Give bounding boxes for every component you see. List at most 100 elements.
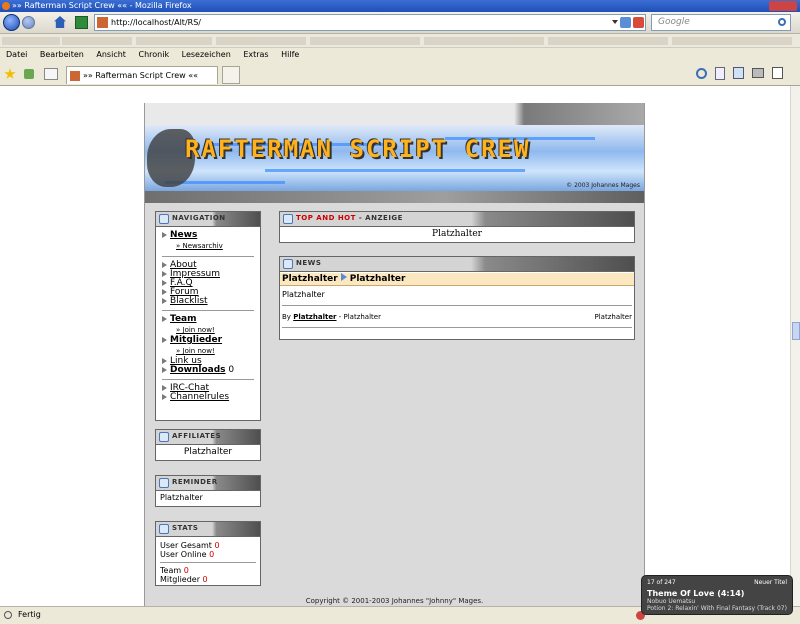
menu-chronik[interactable]: Chronik xyxy=(138,50,169,59)
star-icon[interactable] xyxy=(4,68,16,79)
refresh-icon[interactable] xyxy=(696,68,707,79)
news-header: NEWS xyxy=(280,257,634,272)
player-title: Theme Of Love (4:14) xyxy=(647,589,745,598)
stats-box: STATS User Gesamt 0 User Online 0 Team 0… xyxy=(155,521,261,586)
tab-bar: »» Rafterman Script Crew «« xyxy=(0,62,800,86)
page-viewport: RAFTERMAN SCRIPT CREW © 2003 Johannes Ma… xyxy=(0,86,790,606)
nav-downloads[interactable]: Downloads xyxy=(170,365,226,375)
forward-button[interactable] xyxy=(22,16,35,29)
quill-icon xyxy=(159,478,169,488)
nav-team[interactable]: Team xyxy=(162,315,254,324)
nav-newsarchiv[interactable]: Newsarchiv xyxy=(162,240,254,252)
bookmark-item[interactable] xyxy=(424,37,544,45)
bookmark-item[interactable] xyxy=(310,37,420,45)
affiliates-text: Platzhalter xyxy=(183,447,233,457)
status-text: Fertig xyxy=(18,610,41,619)
url-bar[interactable]: http://localhost/Alt/RS/ xyxy=(94,14,646,31)
edit-icon[interactable] xyxy=(772,67,783,79)
scroll-thumb[interactable] xyxy=(792,322,800,340)
bookmark-item[interactable] xyxy=(548,37,668,45)
dropdown-arrow-icon[interactable] xyxy=(612,20,618,24)
banner-copyright: © 2003 Johannes Mages xyxy=(566,182,640,189)
sidebar-icon[interactable] xyxy=(24,69,34,79)
download-icon[interactable] xyxy=(733,67,744,79)
navigation-toolbar: http://localhost/Alt/RS/ Google xyxy=(0,12,800,34)
bookmark-item[interactable] xyxy=(216,37,306,45)
menu-bearbeiten[interactable]: Bearbeiten xyxy=(40,50,84,59)
search-icon[interactable] xyxy=(778,18,786,26)
nav-blacklist[interactable]: Blacklist xyxy=(162,297,254,306)
quill-icon xyxy=(159,524,169,534)
site-top-bar xyxy=(145,103,644,125)
player-artist: Nobuo Uematsu xyxy=(647,598,696,605)
search-input[interactable]: Google xyxy=(651,14,791,31)
nav-news[interactable]: News xyxy=(162,231,254,240)
news-meta: By Platzhalter - Platzhalter Platzhalter xyxy=(282,313,632,321)
menu-datei[interactable]: Datei xyxy=(6,50,27,59)
site-footer: Copyright © 2001-2003 Johannes "Johnny" … xyxy=(305,597,484,605)
bookmark-item[interactable] xyxy=(672,37,792,45)
stats-header: STATS xyxy=(156,522,260,537)
news-box: NEWS Platzhalter Platzhalter Platzhalter … xyxy=(279,256,635,340)
top-and-hot-box: TOP AND HOT - ANZEIGE Platzhalter xyxy=(279,211,635,243)
player-next: Neuer Titel xyxy=(754,579,787,586)
divider xyxy=(162,310,254,311)
reminder-title: REMINDER xyxy=(172,478,218,486)
news-meta-right: Platzhalter xyxy=(594,313,632,321)
bookmark-check-icon[interactable] xyxy=(75,16,88,29)
nav-channelrules[interactable]: Channelrules xyxy=(162,393,254,402)
stats-list: User Gesamt 0 User Online 0 Team 0 Mitgl… xyxy=(156,537,260,584)
home-icon[interactable] xyxy=(54,16,66,28)
stop-icon[interactable] xyxy=(633,17,644,28)
menu-extras[interactable]: Extras xyxy=(243,50,268,59)
menu-lesezeichen[interactable]: Lesezeichen xyxy=(182,50,231,59)
top-and-hot-header: TOP AND HOT - ANZEIGE xyxy=(280,212,634,227)
news-title-header: NEWS xyxy=(296,259,322,267)
back-button[interactable] xyxy=(3,14,20,31)
site-favicon xyxy=(70,71,80,81)
tab-current[interactable]: »» Rafterman Script Crew «« xyxy=(66,66,218,84)
affiliates-header: AFFILIATES xyxy=(156,430,260,445)
stat-mitglieder: Mitglieder 0 xyxy=(160,575,208,584)
tab-grid-icon[interactable] xyxy=(44,68,58,80)
menu-hilfe[interactable]: Hilfe xyxy=(281,50,299,59)
bookmarks-toolbar xyxy=(0,34,800,48)
media-player-popup[interactable]: 17 of 247 Neuer Titel Theme Of Love (4:1… xyxy=(641,575,793,615)
quill-icon xyxy=(159,432,169,442)
nav-mitglieder[interactable]: Mitglieder xyxy=(162,336,254,345)
arrow-right-icon xyxy=(340,273,347,281)
page-icon[interactable] xyxy=(715,67,725,80)
player-count: 17 of 247 xyxy=(647,579,676,586)
window-title: »» Rafterman Script Crew «« - Mozilla Fi… xyxy=(12,1,192,10)
news-headline: Platzhalter xyxy=(349,274,406,284)
quill-icon xyxy=(159,214,169,224)
news-body: Platzhalter xyxy=(282,290,325,299)
navigation-header: NAVIGATION xyxy=(156,212,260,227)
url-text: http://localhost/Alt/RS/ xyxy=(111,18,201,27)
news-category: Platzhalter xyxy=(282,274,338,284)
quill-icon xyxy=(283,214,293,224)
divider xyxy=(162,379,254,380)
reload-icon[interactable] xyxy=(620,17,631,28)
bookmark-item[interactable] xyxy=(2,37,60,45)
new-tab-button[interactable] xyxy=(222,66,240,84)
print-icon[interactable] xyxy=(752,68,764,78)
tab-title: »» Rafterman Script Crew «« xyxy=(83,71,199,80)
stat-user-gesamt: User Gesamt 0 xyxy=(160,541,220,550)
navigation-box: NAVIGATION News Newsarchiv About Impress… xyxy=(155,211,261,421)
reminder-text: Platzhalter xyxy=(160,493,203,502)
vertical-scrollbar[interactable] xyxy=(790,86,800,606)
stat-user-online: User Online 0 xyxy=(160,550,215,559)
news-author-link[interactable]: Platzhalter xyxy=(293,313,336,321)
bookmark-item[interactable] xyxy=(62,37,132,45)
divider xyxy=(162,256,254,257)
navigation-list: News Newsarchiv About Impressum F.A.Q Fo… xyxy=(156,227,260,406)
stats-title: STATS xyxy=(172,524,199,532)
menu-ansicht[interactable]: Ansicht xyxy=(96,50,126,59)
bookmark-item[interactable] xyxy=(136,37,212,45)
search-placeholder: Google xyxy=(658,17,690,27)
firefox-icon xyxy=(2,2,10,10)
reminder-box: REMINDER Platzhalter xyxy=(155,475,261,507)
window-controls[interactable] xyxy=(769,1,797,11)
news-item-title: Platzhalter Platzhalter xyxy=(280,273,634,286)
